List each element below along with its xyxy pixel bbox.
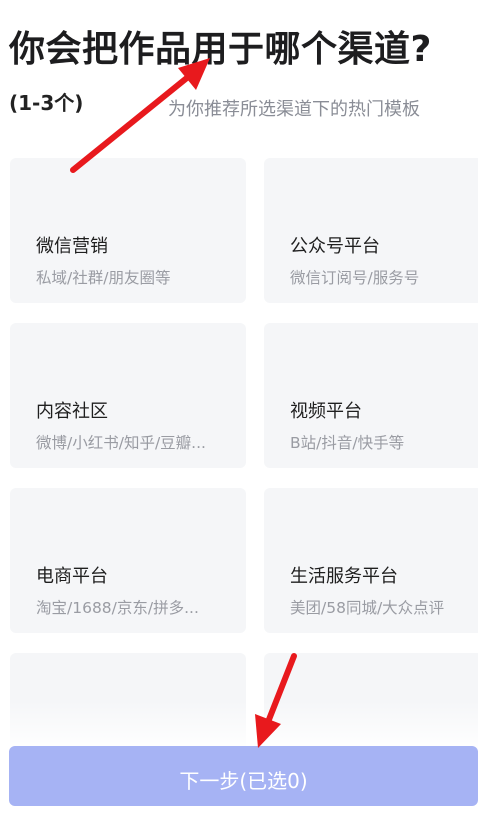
channel-card-title: 电商平台 [36,566,108,587]
channel-card-ecommerce[interactable]: 电商平台 淘宝/1688/京东/拼多... [10,488,246,633]
next-step-button[interactable]: 下一步(已选0) [9,746,478,806]
channel-card-desc: B站/抖音/快手等 [290,434,405,452]
channel-card-title: 微信营销 [36,236,108,257]
channel-card-desc: 微信订阅号/服务号 [290,269,420,287]
channel-card-official-account[interactable]: 公众号平台 微信订阅号/服务号 [264,158,478,303]
channel-card-desc: 微博/小红书/知乎/豆瓣... [36,434,206,452]
channel-card-wechat-marketing[interactable]: 微信营销 私域/社群/朋友圈等 [10,158,246,303]
channel-grid: 微信营销 私域/社群/朋友圈等 公众号平台 微信订阅号/服务号 内容社区 微博/… [0,0,478,798]
bottom-fade [0,700,478,750]
channel-card-desc: 美团/58同城/大众点评 [290,599,445,617]
channel-card-video-platform[interactable]: 视频平台 B站/抖音/快手等 [264,323,478,468]
channel-card-title: 生活服务平台 [290,566,398,587]
channel-card-title: 公众号平台 [290,236,380,257]
channel-card-desc: 私域/社群/朋友圈等 [36,269,171,287]
channel-card-content-community[interactable]: 内容社区 微博/小红书/知乎/豆瓣... [10,323,246,468]
channel-card-title: 视频平台 [290,401,362,422]
channel-card-title: 内容社区 [36,401,108,422]
channel-card-desc: 淘宝/1688/京东/拼多... [36,599,199,617]
channel-card-local-services[interactable]: 生活服务平台 美团/58同城/大众点评 [264,488,478,633]
